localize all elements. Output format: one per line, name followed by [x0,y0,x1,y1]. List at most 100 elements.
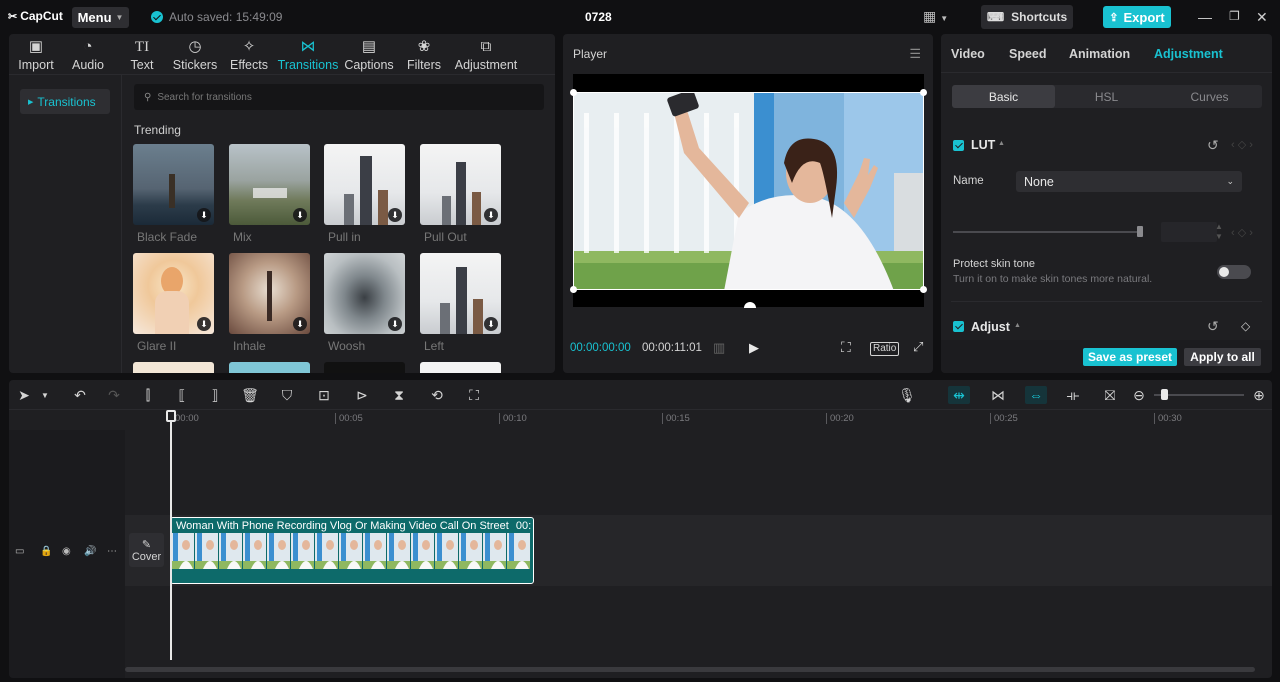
tab-import[interactable]: ▣ Import [16,34,56,74]
video-canvas[interactable] [570,74,927,308]
caret-up-icon[interactable]: ▲ [998,140,1005,147]
reset-icon[interactable]: ↺ [1207,318,1219,335]
tab-video[interactable]: Video [951,47,985,61]
more-icon[interactable]: ⋯ [107,546,117,557]
auto-snap-icon[interactable]: ⋈ [989,386,1007,404]
menu-button[interactable]: Menu ▼ [72,7,129,28]
lut-intensity-input[interactable] [1161,222,1217,242]
apply-to-all-button[interactable]: Apply to all [1184,348,1261,366]
transition-thumb-glare-ii[interactable]: ⬇ [133,253,214,334]
undo-icon[interactable]: ↶ [71,386,89,404]
search-input[interactable]: ⚲ Search for transitions [134,84,544,110]
fullscreen-icon[interactable]: ⤢ [913,339,923,355]
transition-thumb-pull-in[interactable]: ⬇ [324,144,405,225]
zoom-slider-knob[interactable] [1161,389,1168,400]
mirror-icon[interactable]: ⧗ [390,386,408,404]
zoom-in-icon[interactable]: ⊕ [1250,386,1268,404]
main-track-magnet-icon[interactable]: ⇹ [948,386,970,404]
tab-filters[interactable]: ❀ Filters [406,34,442,74]
resize-handle[interactable] [570,89,577,96]
tab-adjustment-inspector[interactable]: Adjustment [1154,47,1223,61]
minimize-icon[interactable]: — [1198,9,1212,25]
tab-effects[interactable]: ✧ Effects [229,34,269,74]
volume-icon[interactable]: 🔊 [84,546,96,557]
resize-handle[interactable] [920,286,927,293]
lock-icon[interactable]: 🔒 [40,546,52,557]
export-button[interactable]: ⇪ Export [1103,6,1171,28]
tab-audio[interactable]: ◔ Audio [69,34,107,74]
download-icon[interactable]: ⬇ [197,208,211,222]
rotate-icon[interactable]: ⟲ [428,386,446,404]
download-icon[interactable]: ⬇ [293,208,307,222]
delete-right-icon[interactable]: ⟧ [206,386,224,404]
playhead-handle[interactable] [166,410,176,422]
subtab-hsl[interactable]: HSL [1055,85,1158,108]
thumbnail-icon[interactable]: ⛝ [1101,386,1119,404]
transition-thumb-inhale[interactable]: ⬇ [229,253,310,334]
chevron-down-icon[interactable]: ▼ [36,386,54,404]
tab-transitions[interactable]: ⋈ Transitions [278,34,339,74]
playhead[interactable] [170,410,172,660]
reverse-icon[interactable]: ⊳ [353,386,371,404]
protect-skin-toggle[interactable] [1217,265,1251,279]
lut-intensity-slider[interactable] [953,231,1141,233]
delete-icon[interactable]: 🗑 [241,386,259,404]
transition-thumb-mix[interactable]: ⬇ [229,144,310,225]
restore-icon[interactable]: ❐ [1229,9,1240,23]
tab-adjustment[interactable]: ⧉ Adjustment [454,34,518,74]
transition-thumb-black-fade[interactable]: ⬇ [133,144,214,225]
lut-checkbox[interactable] [953,140,964,151]
reset-icon[interactable]: ↺ [1207,137,1219,154]
lut-name-select[interactable]: None ⌄ [1016,171,1242,192]
split-icon[interactable]: ⫿ [139,386,157,404]
video-clip[interactable]: Woman With Phone Recording Vlog Or Makin… [170,517,534,584]
cover-button[interactable]: ✎ Cover [129,533,164,567]
redo-icon[interactable]: ↷ [105,386,123,404]
download-icon[interactable]: ⬇ [197,317,211,331]
stepper-icon[interactable]: ▲ ▼ [1215,222,1223,242]
video-preview[interactable] [573,92,924,290]
timeline-ruler[interactable]: 00:00 00:05 00:10 00:15 00:20 00:25 00:3… [9,410,1272,430]
eye-icon[interactable]: ◉ [62,546,71,557]
resize-handle[interactable] [570,286,577,293]
transition-thumb-woosh[interactable]: ⬇ [324,253,405,334]
subtab-curves[interactable]: Curves [1158,85,1261,108]
rotate-handle[interactable] [744,302,756,308]
tab-text[interactable]: TI Text [125,34,159,74]
timeline-grid-icon[interactable]: ▥ [713,340,725,356]
download-icon[interactable]: ⬇ [388,317,402,331]
linkage-icon[interactable]: ⇔ [1025,386,1047,404]
close-icon[interactable]: ✕ [1256,9,1268,26]
microphone-icon[interactable]: 🎙 [898,386,916,404]
caret-up-icon[interactable]: ▲ [1014,322,1021,329]
transition-thumb-pull-out[interactable]: ⬇ [420,144,501,225]
transition-thumb-partial[interactable] [229,362,310,373]
crop-icon[interactable]: ⛶ [465,386,483,404]
transition-thumb-partial[interactable] [420,362,501,373]
download-icon[interactable]: ⬇ [484,208,498,222]
tab-animation[interactable]: Animation [1069,47,1130,61]
zoom-out-icon[interactable]: ⊖ [1130,386,1148,404]
tab-captions[interactable]: ▤ Captions [344,34,394,74]
slider-knob[interactable] [1137,226,1143,237]
hamburger-menu-icon[interactable]: ☰ [909,46,921,62]
resize-handle[interactable] [920,89,927,96]
save-as-preset-button[interactable]: Save as preset [1083,348,1177,366]
download-icon[interactable]: ⬇ [388,208,402,222]
play-icon[interactable]: ▶ [749,340,759,356]
keyframe-icon[interactable]: ◇ [1241,319,1250,333]
marker-icon[interactable]: ⛉ [278,386,296,404]
tab-speed[interactable]: Speed [1009,47,1047,61]
shortcuts-button[interactable]: ⌨ Shortcuts [981,5,1073,29]
download-icon[interactable]: ⬇ [293,317,307,331]
download-icon[interactable]: ⬇ [484,317,498,331]
delete-left-icon[interactable]: ⟦ [173,386,191,404]
fit-screen-icon[interactable]: ⛶ [841,339,851,356]
layout-icon[interactable]: ▦ ▼ [923,8,948,25]
select-cursor-icon[interactable]: ➤ [15,386,33,404]
preview-axis-icon[interactable]: ⟛ [1064,386,1082,404]
transition-thumb-left[interactable]: ⬇ [420,253,501,334]
transition-thumb-partial[interactable] [133,362,214,373]
adjust-checkbox[interactable] [953,321,964,332]
subtab-basic[interactable]: Basic [952,85,1055,108]
